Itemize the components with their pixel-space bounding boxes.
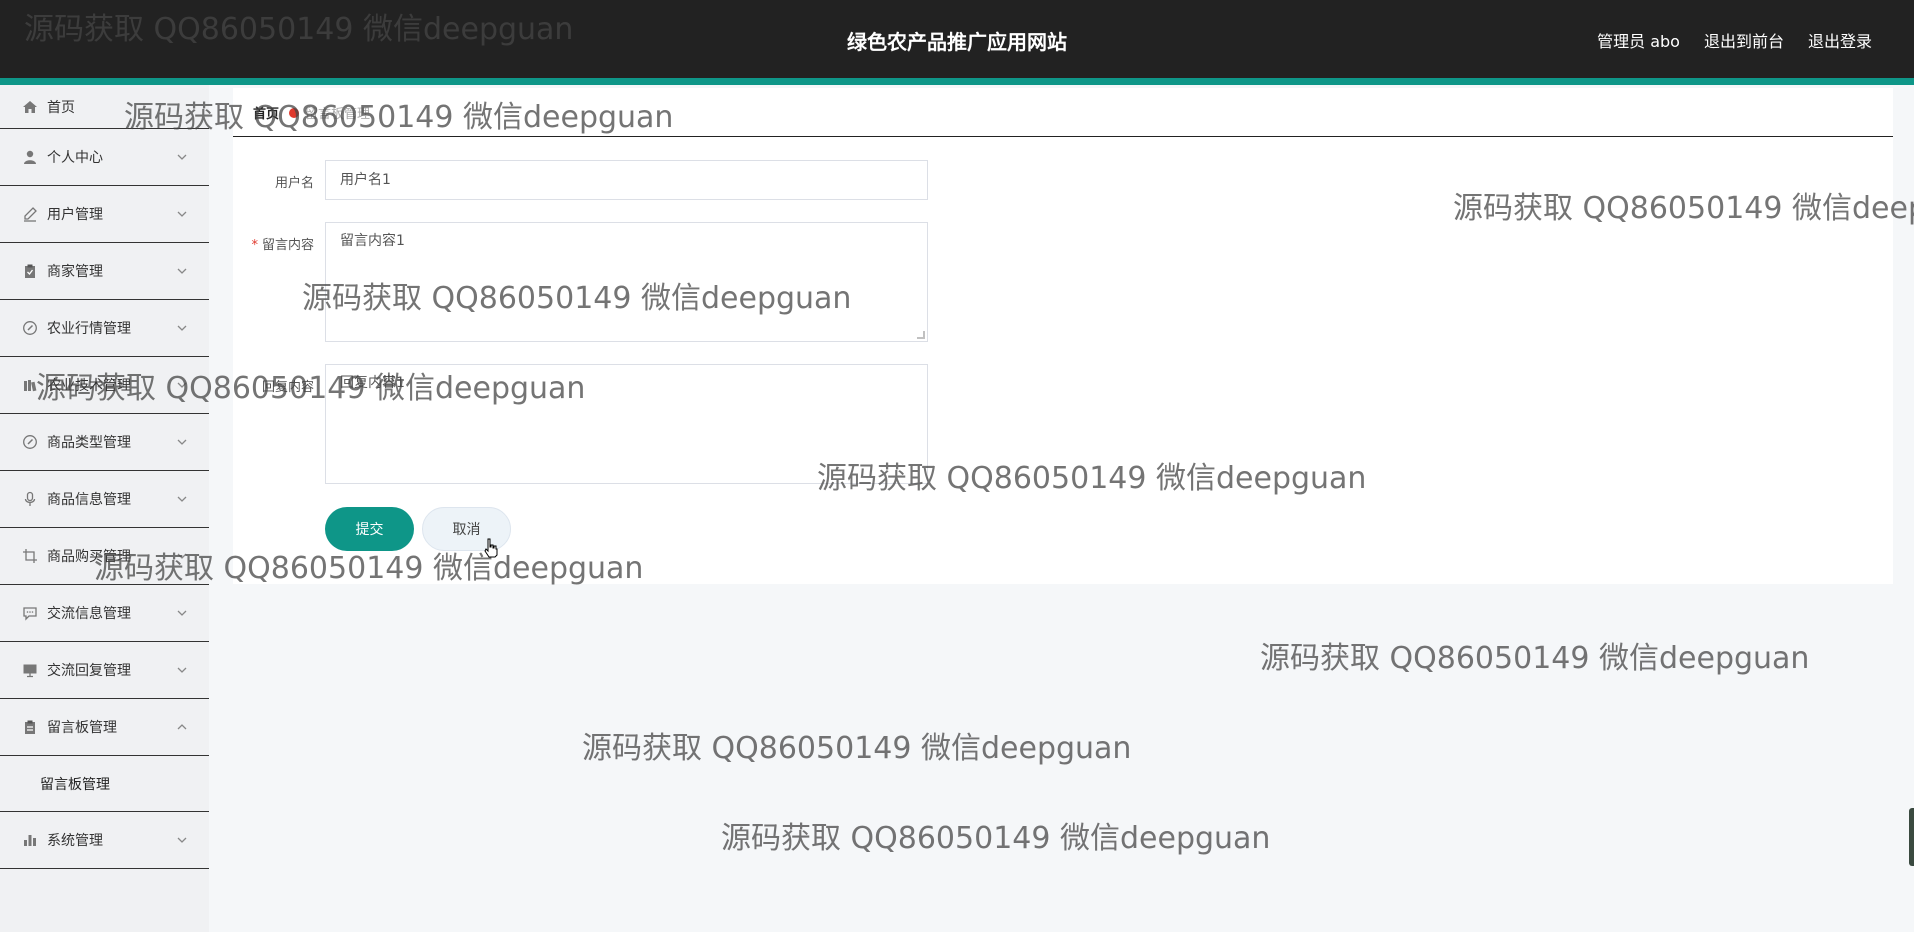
reply-textarea[interactable]: 回复内容1 (325, 364, 928, 484)
sidebar-item-label: 农业技术管理 (47, 378, 131, 394)
sidebar-item-user-management[interactable]: 用户管理 (0, 186, 209, 243)
sidebar: 首页 个人中心 用户管理 商家管理 农业行情管理 农业技术管理 商品类型管理 商… (0, 85, 209, 932)
admin-user-link[interactable]: 管理员 abo (1597, 28, 1680, 52)
sidebar-item-tech-management[interactable]: 农业技术管理 (0, 357, 209, 414)
sidebar-item-label: 留言板管理 (47, 720, 117, 736)
reply-label: 回复内容 (261, 380, 314, 395)
watermark: 源码获取 QQ86050149 微信deepguan (582, 731, 1132, 766)
top-header: 绿色农产品推广应用网站 管理员 abo 退出到前台 退出登录 (0, 0, 1914, 78)
reply-value: 回复内容1 (340, 375, 405, 391)
chat-icon (22, 605, 38, 621)
breadcrumb-home[interactable]: 首页 (253, 103, 279, 122)
edit-form-panel: 首页 留言板管理 用户名 用户名1 * 留言内容 留言内容1 回复内容 回复内容1… (233, 88, 1893, 584)
chevron-down-icon (175, 150, 189, 164)
sidebar-item-label: 个人中心 (47, 150, 103, 166)
hand-cursor-icon (484, 538, 498, 558)
chevron-down-icon (175, 264, 189, 278)
sidebar-item-label: 系统管理 (47, 833, 103, 849)
scrollbar-thumb[interactable] (1909, 808, 1914, 866)
clipboard-icon (22, 719, 38, 735)
sidebar-item-exchange-reply-management[interactable]: 交流回复管理 (0, 642, 209, 699)
microphone-icon (22, 491, 38, 507)
sidebar-item-message-board-management[interactable]: 留言板管理 (0, 699, 209, 756)
sidebar-item-label: 用户管理 (47, 207, 103, 223)
crop-icon (22, 548, 38, 564)
chevron-down-icon (175, 378, 189, 392)
sidebar-item-label: 交流回复管理 (47, 663, 131, 679)
sidebar-item-product-type-management[interactable]: 商品类型管理 (0, 414, 209, 471)
submenu-item-message-board-management[interactable]: 留言板管理 (0, 756, 209, 812)
sidebar-item-label: 首页 (47, 99, 75, 116)
sidebar-item-home[interactable]: 首页 (0, 85, 209, 129)
sidebar-item-purchase-management[interactable]: 商品购买管理 (0, 528, 209, 585)
watermark: 源码获取 QQ86050149 微信deepguan (721, 821, 1271, 856)
monitor-icon (22, 662, 38, 678)
sidebar-item-market-management[interactable]: 农业行情管理 (0, 300, 209, 357)
header-accent-line (0, 78, 1914, 85)
breadcrumb-divider (233, 136, 1893, 137)
submenu-item-label: 留言板管理 (40, 776, 110, 793)
chevron-down-icon (175, 606, 189, 620)
content-textarea[interactable]: 留言内容1 (325, 222, 928, 342)
chevron-down-icon (175, 833, 189, 847)
logout-link[interactable]: 退出登录 (1808, 28, 1872, 52)
sidebar-item-label: 交流信息管理 (47, 606, 131, 622)
reply-row: 回复内容 回复内容1 (233, 364, 928, 484)
chevron-down-icon (175, 321, 189, 335)
header-links: 管理员 abo 退出到前台 退出登录 (1597, 28, 1872, 52)
library-icon (22, 377, 38, 393)
sidebar-item-exchange-info-management[interactable]: 交流信息管理 (0, 585, 209, 642)
sidebar-item-product-info-management[interactable]: 商品信息管理 (0, 471, 209, 528)
user-icon (22, 149, 38, 165)
chevron-up-icon (175, 720, 189, 734)
edit-icon (22, 206, 38, 222)
content-row: * 留言内容 留言内容1 (233, 222, 928, 342)
username-label: 用户名 (274, 176, 314, 191)
compass-icon (22, 320, 38, 336)
clipboard-icon (22, 263, 38, 279)
content-label: * 留言内容 (251, 238, 314, 253)
breadcrumb: 首页 留言板管理 (253, 103, 370, 122)
bar-chart-icon (22, 832, 38, 848)
breadcrumb-separator-icon (289, 107, 300, 118)
sidebar-item-label: 商品购买管理 (47, 549, 131, 565)
compass-icon (22, 434, 38, 450)
sidebar-item-label: 商家管理 (47, 264, 103, 280)
username-row: 用户名 用户名1 (233, 160, 928, 200)
chevron-down-icon (175, 207, 189, 221)
content-value: 留言内容1 (340, 233, 405, 249)
username-field[interactable]: 用户名1 (325, 160, 928, 200)
sidebar-item-label: 商品信息管理 (47, 492, 131, 508)
back-to-frontend-link[interactable]: 退出到前台 (1704, 28, 1784, 52)
chevron-down-icon (175, 549, 189, 563)
watermark: 源码获取 QQ86050149 微信deepguan (1260, 641, 1810, 676)
sidebar-item-system-management[interactable]: 系统管理 (0, 812, 209, 869)
sidebar-item-personal-center[interactable]: 个人中心 (0, 129, 209, 186)
chevron-down-icon (175, 663, 189, 677)
sidebar-item-label: 商品类型管理 (47, 435, 131, 451)
submit-button[interactable]: 提交 (325, 507, 414, 551)
breadcrumb-current: 留言板管理 (305, 107, 371, 122)
chevron-down-icon (175, 435, 189, 449)
home-icon (22, 99, 38, 115)
chevron-down-icon (175, 492, 189, 506)
sidebar-item-label: 农业行情管理 (47, 321, 131, 337)
sidebar-item-merchant-management[interactable]: 商家管理 (0, 243, 209, 300)
required-mark: * (251, 238, 258, 253)
resize-handle-icon[interactable] (917, 331, 925, 339)
